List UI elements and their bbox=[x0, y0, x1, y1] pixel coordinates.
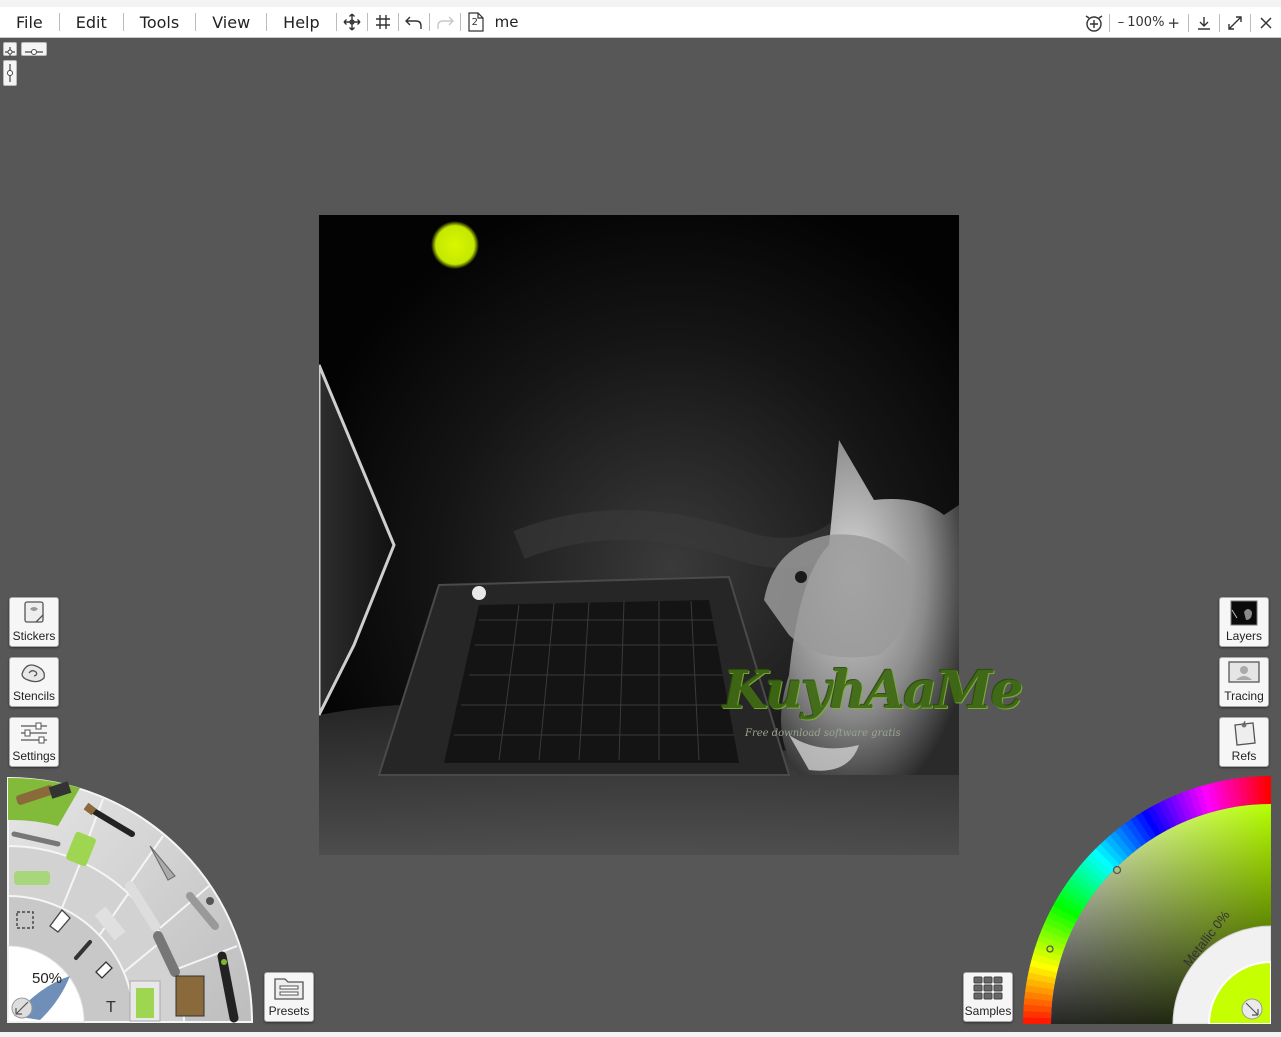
layers-button[interactable]: Layers bbox=[1219, 597, 1269, 647]
pin-icon bbox=[5, 47, 15, 57]
fullscreen-icon bbox=[1228, 15, 1242, 30]
presets-button[interactable]: Presets bbox=[264, 972, 314, 1022]
redo-icon bbox=[436, 16, 454, 29]
close-button[interactable] bbox=[1251, 8, 1281, 38]
grid-icon bbox=[375, 15, 390, 29]
samples-button[interactable]: Samples bbox=[963, 972, 1013, 1022]
brush-size-percent[interactable]: 50% bbox=[32, 970, 62, 987]
sticker-icon bbox=[17, 598, 51, 627]
reference-pin-icon bbox=[1227, 718, 1261, 747]
sliders-icon bbox=[17, 718, 51, 747]
painting-canvas[interactable] bbox=[319, 215, 959, 855]
reset-view-icon bbox=[1085, 14, 1103, 32]
hue-segment[interactable] bbox=[1023, 1017, 1052, 1024]
presets-folder-icon bbox=[272, 973, 306, 1002]
resize-corner-icon[interactable] bbox=[11, 997, 33, 1019]
horizontal-slider-toggle[interactable] bbox=[21, 42, 47, 56]
settings-button[interactable]: Settings bbox=[9, 717, 59, 767]
menu-edit[interactable]: Edit bbox=[60, 13, 123, 32]
chalk-tool[interactable] bbox=[14, 871, 50, 885]
menu-help[interactable]: Help bbox=[267, 13, 335, 32]
refs-label: Refs bbox=[1231, 749, 1257, 763]
document-page-number: 2 bbox=[471, 17, 479, 28]
stencils-label: Stencils bbox=[12, 689, 56, 703]
zoom-out-button[interactable]: – bbox=[1118, 15, 1125, 30]
settings-label: Settings bbox=[12, 749, 56, 763]
fullscreen-button[interactable] bbox=[1220, 8, 1250, 38]
vertical-slider-icon bbox=[7, 64, 13, 82]
samples-label: Samples bbox=[964, 1004, 1012, 1018]
menu-bar: File Edit Tools View Help 2 me – 100% + bbox=[0, 7, 1281, 38]
canvas-artwork bbox=[319, 215, 959, 855]
window-bottom-edge bbox=[0, 1032, 1281, 1037]
document-page-button[interactable]: 2 bbox=[461, 7, 491, 37]
glitter-tube-tool[interactable] bbox=[175, 975, 205, 1017]
menu-file[interactable]: File bbox=[0, 13, 59, 32]
redo-button[interactable] bbox=[430, 7, 460, 37]
stickers-button[interactable]: Stickers bbox=[9, 597, 59, 647]
menu-view[interactable]: View bbox=[196, 13, 266, 32]
layer-thumbnail bbox=[1227, 598, 1261, 627]
paint-roller-tool[interactable] bbox=[129, 980, 161, 1022]
cat-eye bbox=[795, 571, 807, 583]
grid-button[interactable] bbox=[368, 7, 398, 37]
refs-button[interactable]: Refs bbox=[1219, 717, 1269, 767]
document-name: me bbox=[494, 13, 519, 31]
zoom-level[interactable]: 100% bbox=[1127, 15, 1164, 30]
download-icon bbox=[1198, 16, 1210, 30]
laptop-light bbox=[472, 586, 486, 600]
download-button[interactable] bbox=[1189, 8, 1219, 38]
presets-label: Presets bbox=[268, 1004, 310, 1018]
zoom-control: – 100% + bbox=[1110, 14, 1188, 32]
artrage-app: File Edit Tools View Help 2 me – 100% + … bbox=[0, 0, 1281, 1037]
color-picker-wheel[interactable] bbox=[1023, 776, 1271, 1024]
stencil-icon bbox=[17, 658, 51, 687]
color-samples-icon bbox=[971, 973, 1005, 1002]
vertical-slider-toggle[interactable] bbox=[3, 60, 17, 86]
tool-picker-wheel: T bbox=[7, 776, 254, 1023]
stencils-button[interactable]: Stencils bbox=[9, 657, 59, 707]
layers-label: Layers bbox=[1225, 629, 1263, 643]
horizontal-slider-icon bbox=[25, 49, 43, 55]
tracing-label: Tracing bbox=[1224, 689, 1264, 703]
reset-view-button[interactable] bbox=[1079, 8, 1109, 38]
move-icon bbox=[343, 13, 361, 31]
close-icon bbox=[1260, 16, 1272, 29]
window-top-edge bbox=[0, 0, 1281, 7]
toolbar-right: – 100% + bbox=[1079, 7, 1281, 38]
text-tool[interactable]: T bbox=[106, 999, 116, 1016]
tracing-button[interactable]: Tracing bbox=[1219, 657, 1269, 707]
move-canvas-button[interactable] bbox=[337, 7, 367, 37]
zoom-in-button[interactable]: + bbox=[1167, 14, 1180, 32]
menu-tools[interactable]: Tools bbox=[124, 13, 195, 32]
resize-corner-icon[interactable] bbox=[1241, 998, 1263, 1020]
undo-icon bbox=[404, 16, 422, 29]
undo-button[interactable] bbox=[399, 7, 429, 37]
panel-pin-button[interactable] bbox=[3, 42, 17, 57]
tracing-icon bbox=[1227, 658, 1261, 687]
paint-dot bbox=[431, 221, 479, 269]
stickers-label: Stickers bbox=[12, 629, 56, 643]
